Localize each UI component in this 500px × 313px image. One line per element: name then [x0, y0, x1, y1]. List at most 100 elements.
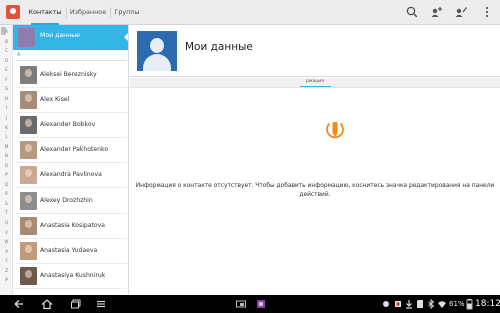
- contact-name: Alexandra Pavlinova: [40, 171, 102, 179]
- search-icon[interactable]: [405, 5, 419, 19]
- alphabet-letter[interactable]: Q: [0, 182, 13, 187]
- small-app-icon[interactable]: [234, 298, 248, 310]
- sd-card-icon: [415, 298, 425, 310]
- alphabet-letter[interactable]: N: [0, 153, 13, 158]
- alphabet-letter[interactable]: Z: [0, 268, 13, 273]
- contact-list-item[interactable]: Alexander Pakhotenko: [13, 138, 128, 164]
- home-icon[interactable]: [40, 298, 54, 310]
- contact-list-item[interactable]: Anastasia Yudaeva: [13, 239, 128, 264]
- my-profile-name: Мои данные: [40, 32, 80, 39]
- tab-divider: [110, 7, 111, 18]
- battery-percent: 61%: [449, 300, 465, 308]
- alphabet-letter[interactable]: Y: [0, 258, 13, 263]
- clock-time: 18:12: [475, 299, 500, 309]
- contact-list-item[interactable]: Anastasiya Kushniruk: [13, 264, 128, 289]
- alphabet-letter[interactable]: B: [0, 39, 13, 44]
- my-profile-row[interactable]: Мои данные: [13, 25, 128, 50]
- tab-favorites[interactable]: Избранное: [69, 0, 107, 25]
- section-header-letter: A: [17, 52, 21, 58]
- contact-list-item[interactable]: Anastasia Kosipatova: [13, 214, 128, 239]
- detail-info-tab-label: рмация: [305, 79, 325, 84]
- alphabet-letter[interactable]: I: [0, 105, 13, 110]
- tab-groups[interactable]: Группы: [113, 0, 141, 25]
- alphabet-letter[interactable]: А: [0, 29, 13, 34]
- alphabet-letter[interactable]: #: [0, 277, 13, 282]
- alphabet-letter[interactable]: X: [0, 249, 13, 254]
- profile-photo[interactable]: [137, 31, 177, 71]
- empty-info-message: Информация о контакте отсутствует. Чтобы…: [135, 183, 495, 198]
- alphabet-letter[interactable]: E: [0, 67, 13, 72]
- contact-list[interactable]: Мои данные A Aleksei Bereznisky Alex Kise…: [13, 25, 129, 295]
- alphabet-letter[interactable]: P: [0, 172, 13, 177]
- alphabet-letter[interactable]: U: [0, 220, 13, 225]
- alphabet-letter[interactable]: H: [0, 96, 13, 101]
- bluetooth-icon: [426, 298, 436, 310]
- section-divider: [15, 60, 127, 61]
- wifi-icon: [437, 298, 447, 310]
- overflow-menu-icon[interactable]: [480, 5, 494, 19]
- contact-list-item[interactable]: Alex Kisel: [13, 88, 128, 114]
- media-app-icon[interactable]: [255, 298, 267, 310]
- alphabet-letter[interactable]: V: [0, 230, 13, 235]
- add-contact-icon[interactable]: [430, 5, 444, 19]
- edit-pencil-icon: [325, 118, 345, 142]
- row-divider: [15, 287, 127, 289]
- tab-contacts-label: Контакты: [28, 8, 62, 16]
- contact-name: Alexey Drozhzhin: [40, 196, 93, 204]
- alphabet-letter[interactable]: K: [0, 125, 13, 130]
- avatar-silhouette-body: [143, 54, 171, 71]
- contact-name: Alexander Pakhotenko: [40, 146, 109, 154]
- contact-avatar: [20, 216, 37, 235]
- contacts-app-icon[interactable]: [6, 5, 20, 19]
- alphabet-letter[interactable]: W: [0, 239, 13, 244]
- edit-contact-icon[interactable]: [454, 5, 468, 19]
- contact-avatar: [20, 241, 37, 260]
- alphabet-letter[interactable]: D: [0, 58, 13, 63]
- alphabet-letter[interactable]: G: [0, 86, 13, 91]
- contact-avatar: [20, 66, 37, 84]
- contact-avatar: [20, 191, 37, 210]
- contact-name: Anastasia Yudaeva: [40, 246, 98, 254]
- recent-apps-icon[interactable]: [69, 298, 83, 310]
- contact-detail-pane: Мои данные рмация Информация о контакте …: [130, 25, 500, 295]
- alphabet-letter[interactable]: F: [0, 77, 13, 82]
- my-profile-avatar: [18, 28, 35, 47]
- contact-name: Anastasiya Kushniruk: [40, 271, 106, 279]
- contact-avatar: [20, 116, 37, 135]
- alphabet-letter[interactable]: J: [0, 115, 13, 120]
- action-bar: Контакты Избранное Группы: [0, 0, 500, 25]
- alphabet-index[interactable]: А B C D E F G H I J K L M N O P Q R S T U V W X Y Z #: [0, 25, 13, 295]
- contact-name: Aleksei Bereznisky: [40, 71, 97, 78]
- contact-avatar: [20, 166, 37, 185]
- contact-avatar: [20, 141, 37, 160]
- alphabet-letter[interactable]: O: [0, 163, 13, 168]
- menu-icon[interactable]: [94, 298, 108, 310]
- contact-avatar: [20, 266, 37, 285]
- contact-avatar: [20, 91, 37, 110]
- contact-name: Alex Kisel: [40, 96, 70, 104]
- usb-debug-icon: [381, 298, 391, 310]
- contact-list-item[interactable]: Aleksei Bereznisky: [13, 63, 128, 88]
- tab-groups-label: Группы: [114, 8, 140, 16]
- contact-name: Anastasia Kosipatova: [40, 221, 105, 229]
- notification-icon: [393, 298, 403, 310]
- selected-indicator: [124, 31, 128, 43]
- contact-name: Alexander Bobkov: [40, 121, 96, 129]
- alphabet-letter[interactable]: R: [0, 191, 13, 196]
- contact-list-item[interactable]: Alexey Drozhzhin: [13, 189, 128, 214]
- download-icon: [404, 298, 414, 310]
- alphabet-letter[interactable]: C: [0, 48, 13, 53]
- detail-tab-underline: [300, 86, 331, 87]
- contact-list-item[interactable]: Alexander Bobkov: [13, 113, 128, 139]
- tab-contacts[interactable]: Контакты: [27, 0, 63, 25]
- alphabet-letter[interactable]: M: [0, 144, 13, 149]
- tab-favorites-label: Избранное: [69, 8, 107, 16]
- contact-list-item[interactable]: Alexandra Pavlinova: [13, 163, 128, 189]
- system-bar: 61% 18:12: [0, 295, 500, 313]
- avatar-silhouette-head: [150, 38, 164, 53]
- alphabet-letter[interactable]: L: [0, 134, 13, 139]
- alphabet-letter[interactable]: S: [0, 201, 13, 206]
- back-icon[interactable]: [12, 298, 26, 310]
- detail-info-tab[interactable]: рмация: [130, 78, 500, 88]
- alphabet-letter[interactable]: T: [0, 210, 13, 215]
